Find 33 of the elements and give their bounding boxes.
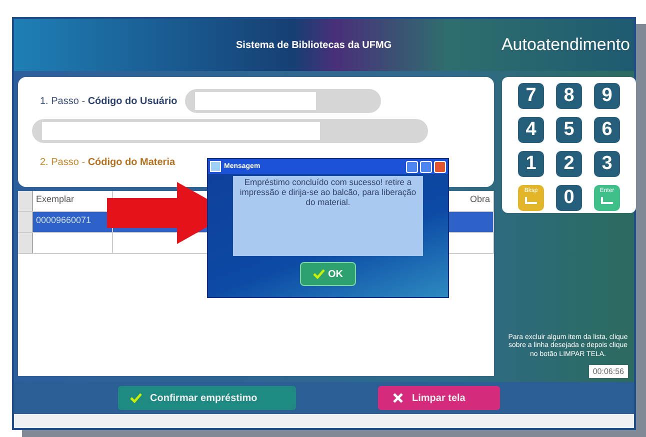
digit-key[interactable]: 0 xyxy=(556,185,582,211)
digit-key[interactable]: 2 xyxy=(556,151,582,177)
digit-key[interactable]: 1 xyxy=(518,151,544,177)
window-icon xyxy=(210,161,221,172)
enter-arrow-icon xyxy=(601,197,613,204)
digit-key[interactable]: 8 xyxy=(556,83,582,109)
clear-button[interactable]: Limpar tela xyxy=(378,386,500,410)
dialog-message: Empréstimo concluído com sucesso! retire a impressão e dirija-se ao balcão, para liberação do material. xyxy=(233,176,423,256)
maximize-button[interactable] xyxy=(420,160,432,172)
close-button[interactable] xyxy=(434,160,446,172)
close-icon xyxy=(392,393,404,403)
digit-key[interactable]: 4 xyxy=(518,117,544,143)
clock-display: 00:06:56 xyxy=(588,365,628,378)
table-cell: 00009660071 xyxy=(36,215,92,225)
row-selector[interactable] xyxy=(18,212,33,232)
digit-key[interactable]: 5 xyxy=(556,117,582,143)
digit-key[interactable]: 9 xyxy=(594,83,620,109)
row-header xyxy=(18,191,33,211)
user-code-field[interactable] xyxy=(185,89,382,113)
digit-key[interactable]: 7 xyxy=(518,83,544,109)
confirm-button[interactable]: Confirmar empréstimo xyxy=(118,386,296,410)
input-field[interactable] xyxy=(32,119,428,143)
check-icon xyxy=(130,393,142,403)
minimize-button[interactable] xyxy=(406,160,418,172)
back-arrow-icon xyxy=(525,197,537,204)
app-title: Autoatendimento xyxy=(501,35,630,55)
digit-key[interactable]: 3 xyxy=(594,151,620,177)
row-selector[interactable] xyxy=(18,233,33,253)
digit-key[interactable]: 6 xyxy=(594,117,620,143)
step-label: 2. Passo - Código do Materia xyxy=(40,157,176,168)
check-icon xyxy=(313,269,325,279)
system-title: Sistema de Bibliotecas da UFMG xyxy=(236,40,392,50)
step-label: 1. Passo - Código do Usuário xyxy=(40,96,178,106)
